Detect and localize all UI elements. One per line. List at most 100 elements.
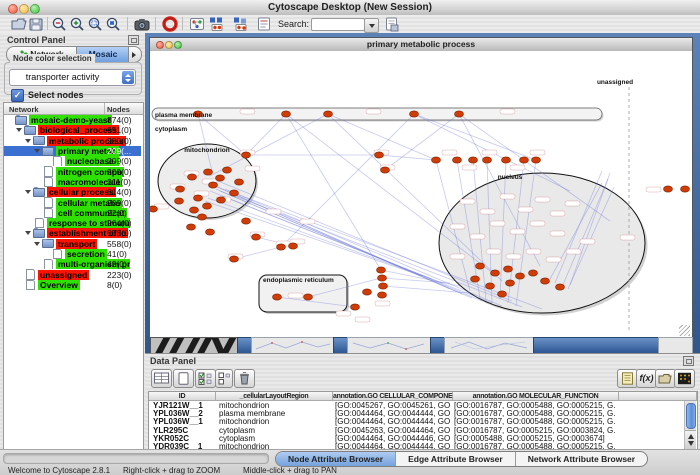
attribute-matrix-icon[interactable] <box>674 369 695 388</box>
apply-layout-2-icon[interactable] <box>231 16 249 32</box>
network-node[interactable] <box>176 186 185 192</box>
network-node[interactable] <box>432 157 441 163</box>
network-node[interactable] <box>491 270 500 276</box>
search-dropdown-arrow[interactable] <box>364 18 379 33</box>
tree-row[interactable]: cell communicat22(0) <box>4 208 141 218</box>
tree-row[interactable]: primary metab209(... <box>4 146 141 156</box>
save-attributes-icon[interactable] <box>383 16 401 32</box>
select-attributes-icon[interactable] <box>195 369 216 388</box>
network-node[interactable] <box>204 169 213 175</box>
network-node[interactable] <box>230 256 239 262</box>
scroll-up-icon[interactable] <box>688 434 694 439</box>
scrollbar-thumb[interactable] <box>686 403 696 429</box>
network-node[interactable] <box>194 195 203 201</box>
network-node[interactable] <box>529 270 538 276</box>
tree-row[interactable]: response to stimulu264(0) <box>4 218 141 228</box>
open-file-icon[interactable] <box>10 16 28 32</box>
attribute-notes-icon[interactable] <box>617 369 638 388</box>
network-node[interactable] <box>150 206 158 212</box>
network-node[interactable] <box>216 175 225 181</box>
help-ring-icon[interactable] <box>161 16 179 32</box>
network-node[interactable] <box>378 275 387 281</box>
tree-row[interactable]: secretion41(0) <box>4 249 141 259</box>
expander-icon[interactable] <box>25 228 33 238</box>
tab-network-attribute-browser[interactable]: Network Attribute Browser <box>516 452 647 466</box>
network-node[interactable] <box>476 263 485 269</box>
network-node[interactable] <box>324 111 333 117</box>
network-node[interactable] <box>230 190 239 196</box>
function-builder-icon[interactable]: f(x) <box>636 369 657 388</box>
network-node[interactable] <box>681 186 690 192</box>
table-header-row[interactable]: ID _cellularLayoutRegion annotation.GO C… <box>149 392 697 401</box>
tree-row[interactable]: cellular metabo209(0) <box>4 197 141 207</box>
tree-row[interactable]: macromolecule311(0) <box>4 177 141 187</box>
tree-row[interactable]: Overview8(0) <box>4 280 141 290</box>
background-window-fragment[interactable] <box>533 337 660 354</box>
network-node[interactable] <box>209 182 218 188</box>
background-window-fragment[interactable] <box>347 337 432 354</box>
network-node[interactable] <box>282 111 291 117</box>
network-node[interactable] <box>506 280 515 286</box>
network-node[interactable] <box>520 157 529 163</box>
search-input[interactable] <box>311 18 365 31</box>
network-node[interactable] <box>664 186 673 192</box>
minimize-window-button[interactable] <box>19 4 29 14</box>
network-node[interactable] <box>203 203 212 209</box>
tree-row[interactable]: nucleobase-209(0) <box>4 156 141 166</box>
select-nodes-checkbox[interactable]: ✓ <box>11 89 24 102</box>
network-node[interactable] <box>502 157 511 163</box>
network-node[interactable] <box>483 157 492 163</box>
network-node[interactable] <box>541 278 550 284</box>
tree-row[interactable]: unassigned223(0) <box>4 269 141 279</box>
network-node[interactable] <box>217 197 226 203</box>
network-node[interactable] <box>206 229 215 235</box>
network-node[interactable] <box>235 179 244 185</box>
expander-icon[interactable] <box>34 146 42 156</box>
tree-row[interactable]: biological_process651(0) <box>4 125 141 135</box>
float-panel-icon[interactable] <box>683 356 694 366</box>
delete-attribute-icon[interactable] <box>234 369 255 388</box>
network-window-titlebar[interactable]: primary metabolic process <box>150 38 692 52</box>
background-window-fragment[interactable] <box>444 337 535 354</box>
network-node[interactable] <box>242 218 251 224</box>
inner-close-button[interactable] <box>156 41 164 49</box>
network-node[interactable] <box>516 273 525 279</box>
scrollbar-arrows[interactable] <box>685 430 696 449</box>
expander-icon[interactable] <box>34 239 42 249</box>
tab-edge-attribute-browser[interactable]: Edge Attribute Browser <box>396 452 516 466</box>
new-attribute-icon[interactable] <box>173 369 194 388</box>
network-node[interactable] <box>486 283 495 289</box>
network-node[interactable] <box>289 243 298 249</box>
snapshot-camera-icon[interactable] <box>133 16 151 32</box>
tree-row[interactable]: mosaic-demo-yeast874(0) <box>4 115 141 125</box>
network-node[interactable] <box>381 167 390 173</box>
tree-row[interactable]: cellular process614(0) <box>4 187 141 197</box>
tree-row[interactable]: establishment of lo558(0) <box>4 228 141 238</box>
annotation-icon[interactable] <box>255 16 273 32</box>
network-node[interactable] <box>504 266 513 272</box>
tab-overflow-arrow[interactable] <box>128 46 142 63</box>
attribute-table-icon[interactable] <box>151 369 172 388</box>
network-node[interactable] <box>379 283 388 289</box>
network-node[interactable] <box>190 207 199 213</box>
network-node[interactable] <box>556 284 565 290</box>
network-node[interactable] <box>375 152 384 158</box>
network-node[interactable] <box>351 304 360 310</box>
resize-grip-icon[interactable] <box>679 325 690 336</box>
network-canvas[interactable]: plasma membranecytoplasmmitochondrionnuc… <box>150 51 692 338</box>
zoom-in-icon[interactable] <box>68 16 86 32</box>
zoom-out-icon[interactable] <box>50 16 68 32</box>
network-node[interactable] <box>252 234 261 240</box>
network-node[interactable] <box>471 276 480 282</box>
save-session-icon[interactable] <box>27 16 45 32</box>
tree-row[interactable]: metabolic process280(0) <box>4 136 141 146</box>
network-node[interactable] <box>498 291 507 297</box>
background-window-fragment[interactable] <box>251 337 335 354</box>
background-window-fragment[interactable] <box>150 337 238 354</box>
close-window-button[interactable] <box>8 4 18 14</box>
network-node[interactable] <box>453 157 462 163</box>
inner-minimize-button[interactable] <box>165 41 173 49</box>
node-color-dropdown[interactable]: transporter activity <box>9 69 136 86</box>
network-node[interactable] <box>223 167 232 173</box>
network-node[interactable] <box>175 198 184 204</box>
